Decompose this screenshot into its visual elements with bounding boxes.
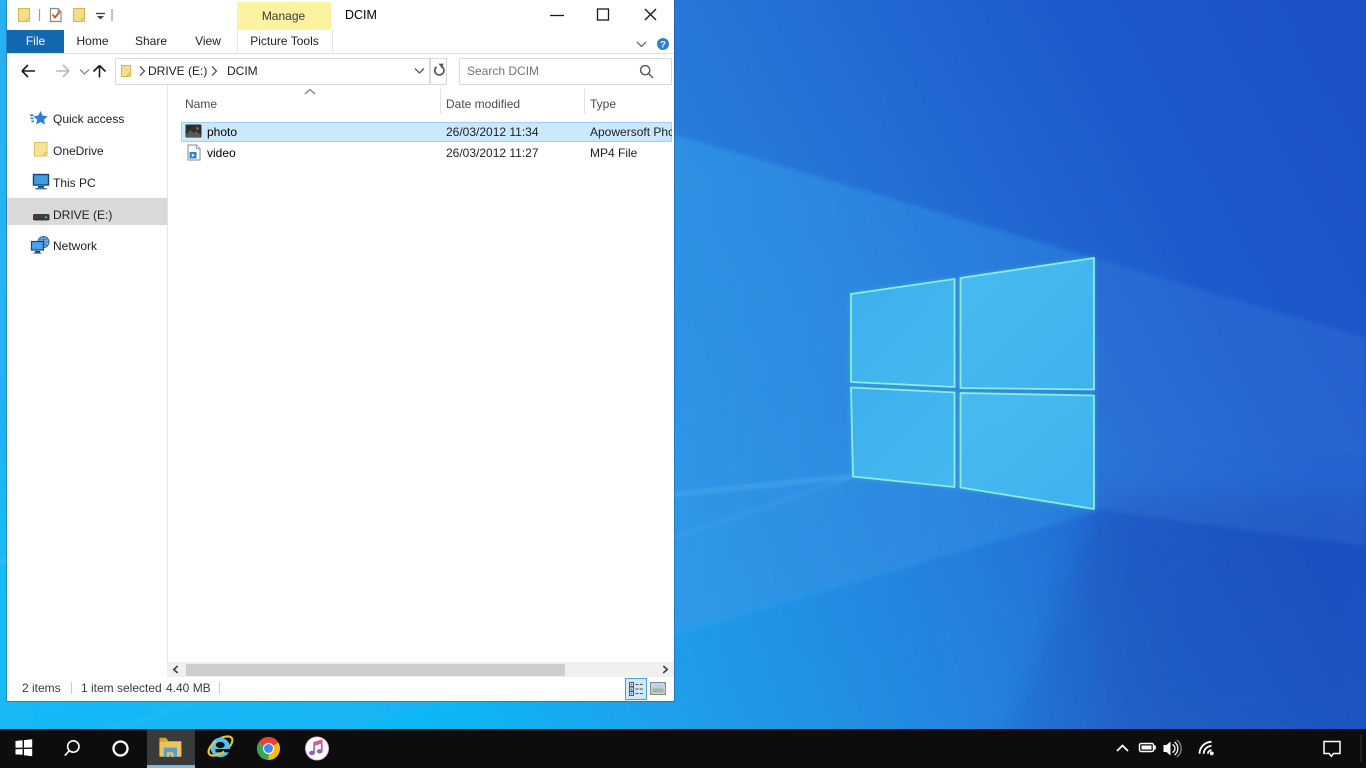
svg-text:?: ? bbox=[660, 40, 666, 51]
